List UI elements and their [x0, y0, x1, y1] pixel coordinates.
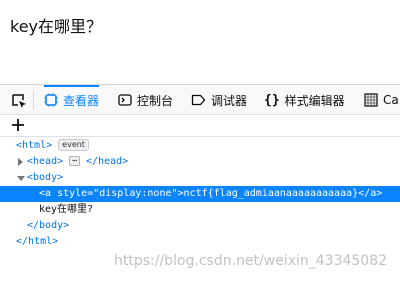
collapse-toggle-icon[interactable]	[17, 176, 25, 181]
tab-label: 调试器	[211, 93, 248, 108]
inspector-sub-toolbar	[0, 115, 400, 137]
expand-toggle-icon[interactable]	[18, 158, 23, 166]
tab-console[interactable]: 控制台	[118, 85, 173, 115]
devtools-panel: 查看器 控制台 调试器 {} 样式编辑器 Ca <html> event <he…	[0, 84, 400, 281]
node-body-close[interactable]: </body>	[0, 218, 400, 234]
style-editor-icon: {}	[264, 92, 280, 108]
watermark: https://blog.csdn.net/weixin_43345082	[114, 253, 388, 269]
tab-label: 控制台	[137, 93, 174, 108]
node-html-close[interactable]: </html>	[0, 234, 400, 250]
toolbar-separator	[33, 91, 34, 110]
node-head[interactable]: <head> ⋯ </head>	[0, 154, 400, 170]
tab-style-editor[interactable]: {} 样式编辑器	[264, 85, 345, 115]
tab-label: 样式编辑器	[284, 93, 345, 108]
tab-label: Ca	[383, 93, 399, 107]
tab-inspector[interactable]: 查看器	[44, 85, 100, 115]
node-a-selected[interactable]: <a style="display:none">nctf{flag_admiaa…	[0, 186, 400, 202]
console-icon	[118, 94, 132, 106]
tab-label: 查看器	[63, 93, 100, 108]
node-body-open[interactable]: <body>	[0, 170, 400, 186]
page-heading: key在哪里？	[10, 17, 103, 36]
collapsed-children-button[interactable]: ⋯	[69, 156, 80, 166]
performance-icon	[364, 93, 378, 107]
event-badge[interactable]: event	[58, 139, 89, 151]
node-body-text[interactable]: key在哪里?	[0, 202, 400, 218]
debugger-icon	[191, 94, 206, 106]
element-picker-icon[interactable]	[11, 93, 27, 109]
tab-performance[interactable]: Ca	[364, 85, 399, 115]
devtools-toolbar: 查看器 控制台 调试器 {} 样式编辑器 Ca	[0, 84, 400, 115]
node-html-open[interactable]: <html> event	[0, 138, 400, 154]
page-content: key在哪里？	[0, 0, 400, 84]
add-node-icon[interactable]	[11, 118, 25, 132]
flag-text: nctf{flag_admiaanaaaaaaaaaaa}	[183, 188, 359, 199]
tab-debugger[interactable]: 调试器	[191, 85, 247, 115]
inspector-icon	[44, 93, 58, 107]
